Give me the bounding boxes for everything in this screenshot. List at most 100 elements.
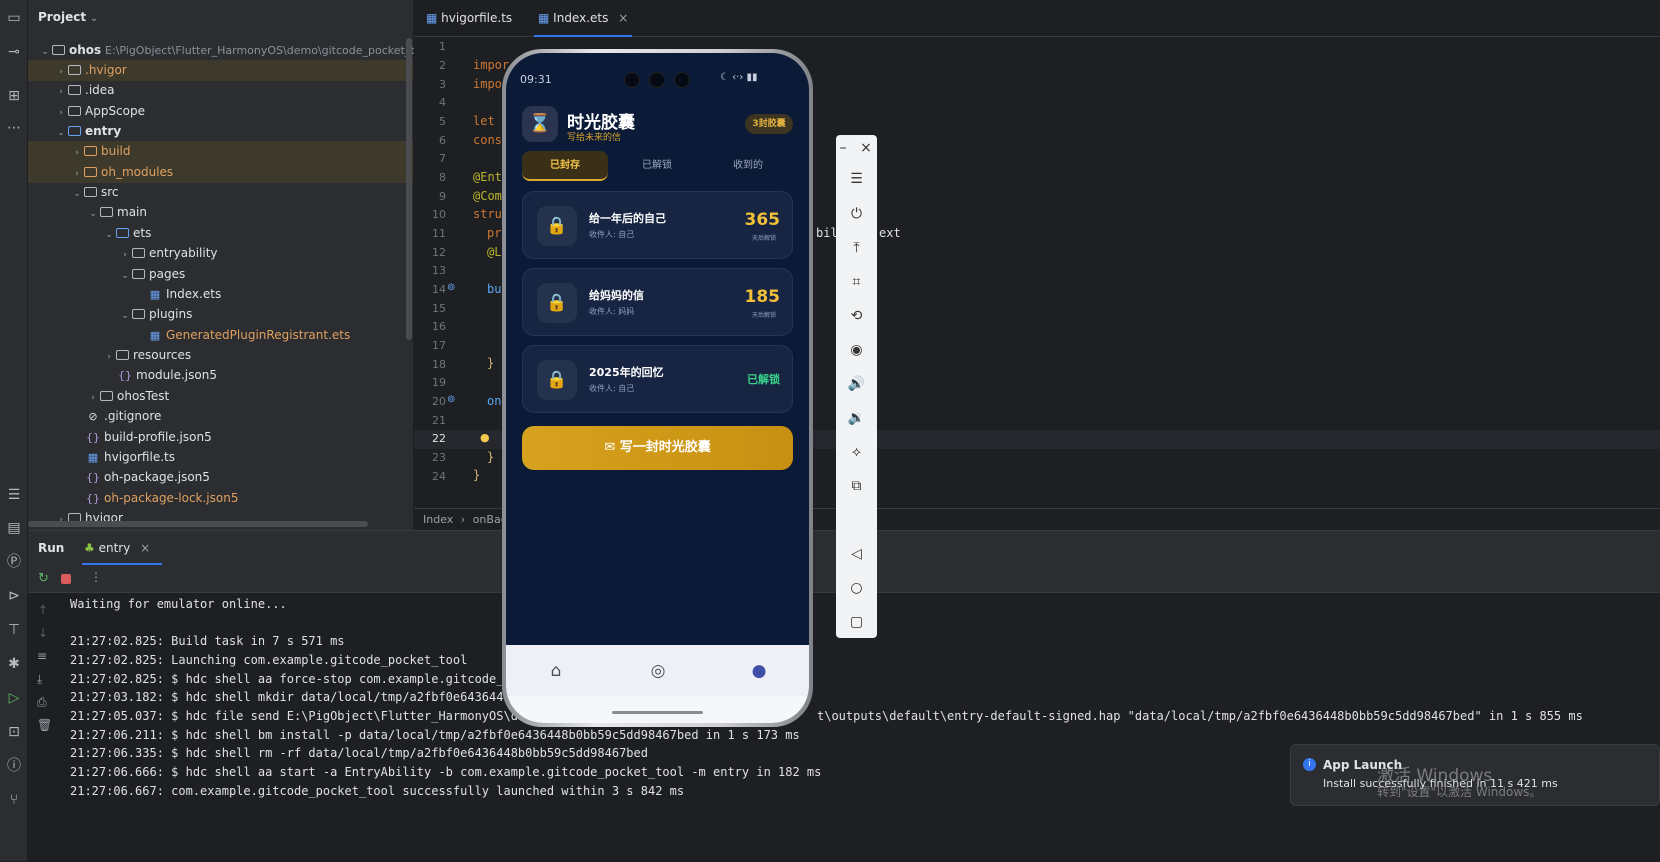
capsule-card[interactable]: 🔒 2025年的回忆 收件人: 自己 已解锁 xyxy=(522,345,793,413)
code-token: on xyxy=(487,394,502,408)
log-line: 21:27:02.825: Launching com.example.gitc… xyxy=(70,653,468,667)
project-folder-icon[interactable]: ▭ xyxy=(4,8,24,28)
tree-root[interactable]: ⌄ ohos E:\PigObject\Flutter_HarmonyOS\dem… xyxy=(28,40,448,61)
close-icon[interactable]: × xyxy=(618,11,628,25)
structure-icon[interactable]: ⊞ xyxy=(4,86,24,106)
close-icon[interactable]: × xyxy=(852,137,880,159)
capsule-card[interactable]: 🔒 给妈妈的信 收件人: 妈妈 185 天后解锁 xyxy=(522,268,793,336)
tree-item[interactable]: ▦ GeneratedPluginRegistrant.ets xyxy=(28,325,413,346)
services-icon[interactable]: ⊳ xyxy=(4,586,24,606)
screenshot-crop-icon[interactable]: ⌗ xyxy=(836,271,877,293)
close-icon[interactable]: × xyxy=(140,541,150,555)
compass-icon[interactable]: ◎ xyxy=(646,659,670,683)
tree-item[interactable]: {} module.json5 xyxy=(28,365,413,386)
profiler-icon[interactable]: Ⓟ xyxy=(4,552,24,572)
bottom-navigation: ⌂ ◎ ● xyxy=(506,645,809,696)
build-icon[interactable]: ⊤ xyxy=(4,620,24,640)
home-icon[interactable]: ⌂ xyxy=(544,659,568,683)
home-indicator[interactable] xyxy=(612,711,703,714)
more-vertical-icon[interactable]: ⋮ xyxy=(90,570,102,584)
tree-item[interactable]: ⌄ plugins xyxy=(28,304,413,325)
app-launch-notification[interactable]: i App Launch Install successfully finish… xyxy=(1290,744,1660,806)
line-number: 7 xyxy=(439,152,446,165)
volume-up-icon[interactable]: 🔊 xyxy=(836,373,877,395)
tree-item[interactable]: › oh_modules xyxy=(28,162,413,183)
tree-item[interactable]: {} oh-package-lock.json5 xyxy=(28,488,413,509)
tree-item[interactable]: ▦ Index.ets xyxy=(28,284,413,305)
override-gutter-icon[interactable]: ⊚ xyxy=(447,282,455,293)
override-gutter-icon[interactable]: ⊚ xyxy=(447,394,455,405)
scroll-to-end-icon[interactable]: ⤓ xyxy=(37,672,42,687)
log-line: Waiting for emulator online... xyxy=(70,597,287,611)
rotate-icon[interactable]: ⟲ xyxy=(836,305,877,327)
layout-icon[interactable]: ▤ xyxy=(4,518,24,538)
folder-icon xyxy=(84,167,97,177)
menu-icon[interactable]: ☰ xyxy=(836,168,877,190)
tree-item[interactable]: ⊘ .gitignore xyxy=(28,406,413,427)
segment-tabs: 已封存 已解锁 收到的 xyxy=(522,151,793,181)
tree-item[interactable]: › .hvigor xyxy=(28,60,413,81)
capsule-card[interactable]: 🔒 给一年后的自己 收件人: 自己 365 天后解锁 xyxy=(522,191,793,259)
more-icon[interactable]: ⋯ xyxy=(4,118,24,138)
home-button-icon[interactable]: ○ xyxy=(836,577,877,599)
tree-item[interactable]: › resources xyxy=(28,345,413,366)
notes-icon[interactable]: ☰ xyxy=(4,485,24,505)
power-icon[interactable]: ⏻ xyxy=(836,203,877,225)
chevron-down-icon: ⌄ xyxy=(89,209,97,219)
tab-hvigorfile[interactable]: ▦ hvigorfile.ts xyxy=(426,0,512,37)
record-icon[interactable]: ◉ xyxy=(836,339,877,361)
problems-icon[interactable]: ⓘ xyxy=(4,756,24,776)
breadcrumb-item[interactable]: Index xyxy=(423,513,453,526)
soft-wrap-icon[interactable]: ≡ xyxy=(37,649,47,663)
git-icon[interactable]: ⑂ xyxy=(4,790,24,810)
tab-received[interactable]: 收到的 xyxy=(705,151,791,181)
tree-item[interactable]: › AppScope xyxy=(28,101,413,122)
profile-icon[interactable]: ● xyxy=(747,659,771,683)
run-icon[interactable]: ▷ xyxy=(4,688,24,708)
root-path: E:\PigObject\Flutter_HarmonyOS\demo\gitc… xyxy=(105,44,449,57)
stop-icon[interactable] xyxy=(61,574,71,584)
emulator-screen[interactable]: 09:31 ☾ ‹·› ▮▮ ⌛ 时光胶囊 写给未来的信 3封胶囊 已封存 已解… xyxy=(506,53,809,723)
trash-icon[interactable]: 🗑 xyxy=(37,718,52,732)
tree-item[interactable]: ▦ hvigorfile.ts xyxy=(28,447,413,468)
print-icon[interactable]: ⎙ xyxy=(37,695,47,710)
tab-entry[interactable]: ♣ entry × xyxy=(82,531,163,565)
tab-unlocked[interactable]: 已解锁 xyxy=(614,151,700,181)
fold-icon[interactable]: ⟡ xyxy=(836,441,877,463)
tab-sealed[interactable]: 已封存 xyxy=(522,151,608,181)
line-number: 8 xyxy=(439,171,446,184)
project-horizontal-scrollbar[interactable] xyxy=(28,521,368,527)
status-icons: ☾ ‹·› ▮▮ xyxy=(720,72,758,83)
tab-index-ets[interactable]: ▦ Index.ets × xyxy=(534,0,633,37)
tree-item[interactable]: ⌄ pages xyxy=(28,264,413,285)
tree-item[interactable]: {} oh-package.json5 xyxy=(28,467,413,488)
tree-item[interactable]: {} build-profile.json5 xyxy=(28,427,413,448)
tree-item[interactable]: › ohosTest xyxy=(28,386,413,407)
tree-item[interactable]: › entryability xyxy=(28,243,413,264)
multi-device-icon[interactable]: ⧉ xyxy=(836,475,877,497)
tree-item[interactable]: › .idea xyxy=(28,80,413,101)
back-icon[interactable]: ◁ xyxy=(836,543,877,565)
arrow-up-icon[interactable]: ↑ xyxy=(38,603,48,617)
commit-icon[interactable]: ⊸ xyxy=(4,42,24,62)
tree-item[interactable]: ⌄ ets xyxy=(28,223,413,244)
recents-icon[interactable]: ▢ xyxy=(836,611,877,633)
project-scrollbar[interactable] xyxy=(406,38,412,340)
lightbulb-icon[interactable]: ● xyxy=(480,431,490,444)
tree-item[interactable]: ⌄ src xyxy=(28,182,413,203)
rerun-icon[interactable]: ↻ xyxy=(38,571,49,586)
debug-icon[interactable]: ✱ xyxy=(4,654,24,674)
card-title: 2025年的回忆 xyxy=(589,366,664,379)
terminal-icon[interactable]: ⊡ xyxy=(4,722,24,742)
arrow-down-icon[interactable]: ↓ xyxy=(38,626,48,640)
volume-down-icon[interactable]: 🔉 xyxy=(836,407,877,429)
project-panel-title[interactable]: Project ⌄ xyxy=(38,10,98,24)
tree-item[interactable]: › build xyxy=(28,141,413,162)
tree-item[interactable]: ⌄ main xyxy=(28,202,413,223)
tree-item-label: oh-package-lock.json5 xyxy=(104,491,239,505)
pin-top-icon[interactable]: ⤒ xyxy=(836,237,877,259)
tree-item[interactable]: ⌄ entry xyxy=(28,121,413,142)
write-capsule-button[interactable]: ✉ 写一封时光胶囊 xyxy=(522,426,793,470)
log-line: t\outputs\default\entry-default-signed.h… xyxy=(817,709,1583,723)
log-line: 21:27:06.666: $ hdc shell aa start -a En… xyxy=(70,765,822,779)
